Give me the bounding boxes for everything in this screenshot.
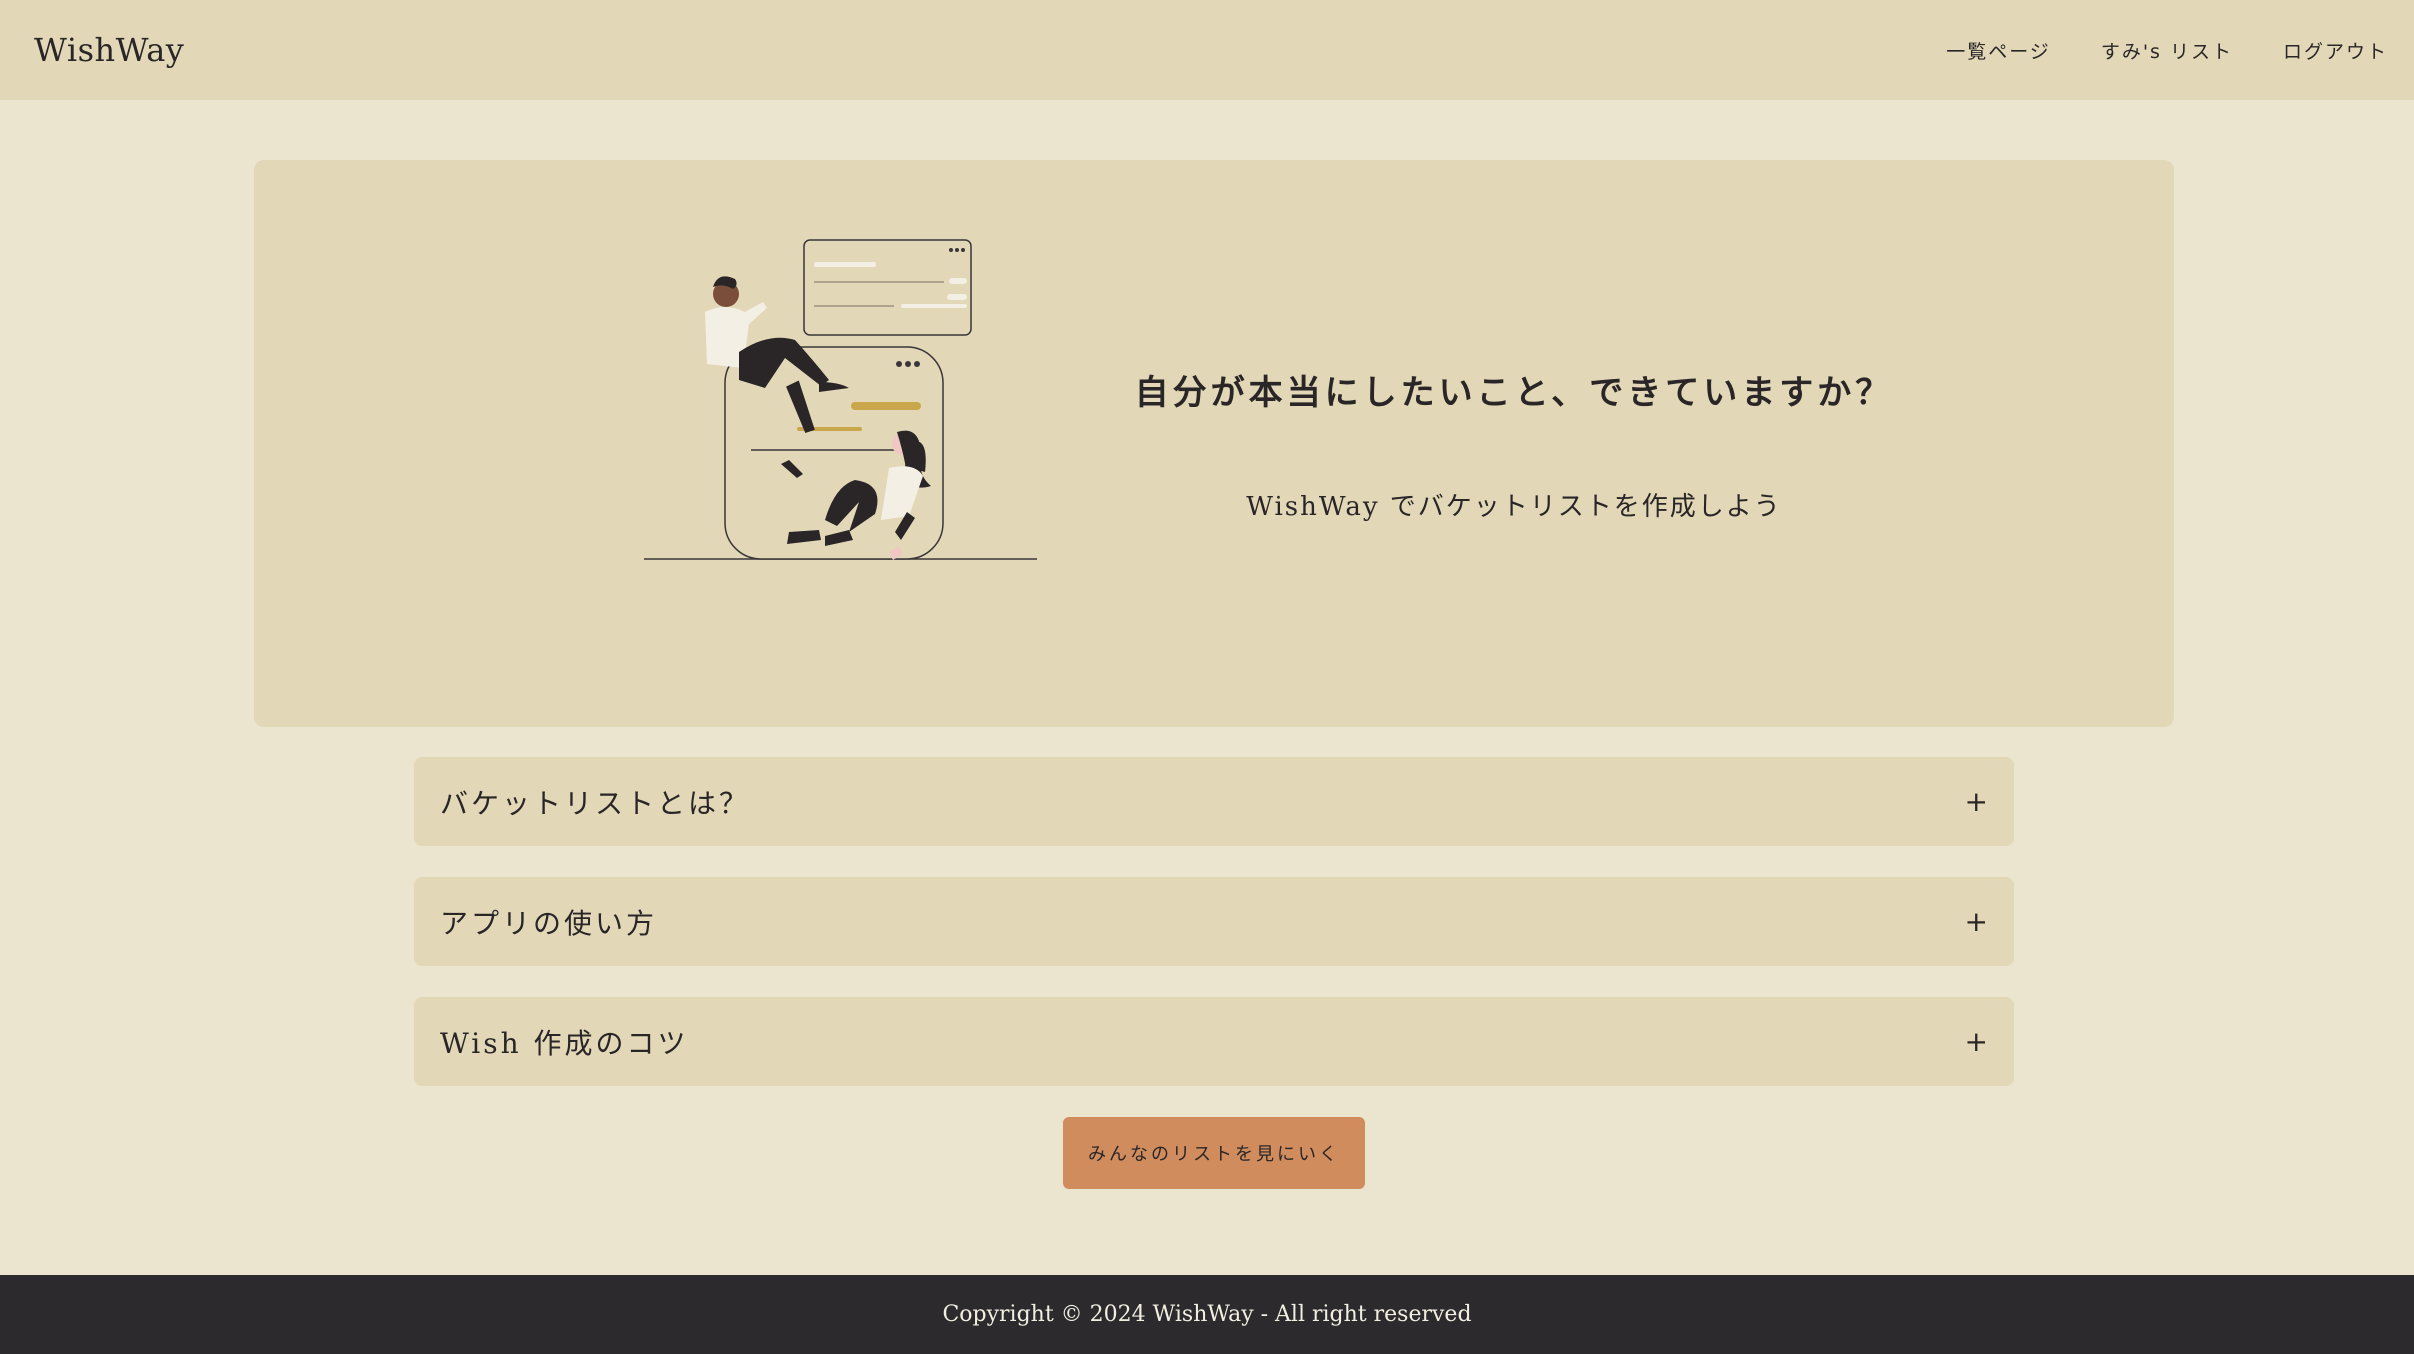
logo[interactable]: WishWay (34, 31, 184, 69)
accordion-wish-tips[interactable]: Wish 作成のコツ + (414, 997, 2014, 1086)
hero-illustration (644, 239, 1037, 560)
accordion-what-is-bucket-list[interactable]: バケットリストとは？ + (414, 757, 2014, 846)
site-footer: Copyright © 2024 WishWay - All right res… (0, 1275, 2414, 1354)
hero-headline: 自分が本当にしたいこと、できていますか？ (1134, 373, 1894, 413)
accordion-label: Wish 作成のコツ (440, 1026, 689, 1060)
nav-link-logout[interactable]: ログアウト (2283, 37, 2388, 64)
hero-banner: 自分が本当にしたいこと、できていますか？ WishWay でバケットリストを作成… (254, 160, 2174, 727)
copyright-text: Copyright © 2024 WishWay - All right res… (942, 1302, 1472, 1327)
top-nav: 一覧ページ すみ's リスト ログアウト (1946, 37, 2388, 64)
site-header: WishWay 一覧ページ すみ's リスト ログアウト (0, 0, 2414, 100)
accordion-label: バケットリストとは？ (440, 786, 751, 820)
accordion-how-to-use[interactable]: アプリの使い方 + (414, 877, 2014, 966)
plus-icon[interactable]: + (1965, 907, 1988, 936)
accordion-label: アプリの使い方 (440, 906, 658, 940)
nav-link-list-page[interactable]: 一覧ページ (1946, 37, 2051, 64)
view-everyone-lists-button[interactable]: みんなのリストを見にいく (1063, 1117, 1365, 1189)
plus-icon[interactable]: + (1965, 787, 1988, 816)
hero-text-block: 自分が本当にしたいこと、できていますか？ WishWay でバケットリストを作成… (1114, 160, 1914, 727)
nav-link-my-list[interactable]: すみ's リスト (2101, 37, 2233, 64)
plus-icon[interactable]: + (1965, 1027, 1988, 1056)
hero-subtitle: WishWay でバケットリストを作成しよう (1246, 492, 1782, 522)
